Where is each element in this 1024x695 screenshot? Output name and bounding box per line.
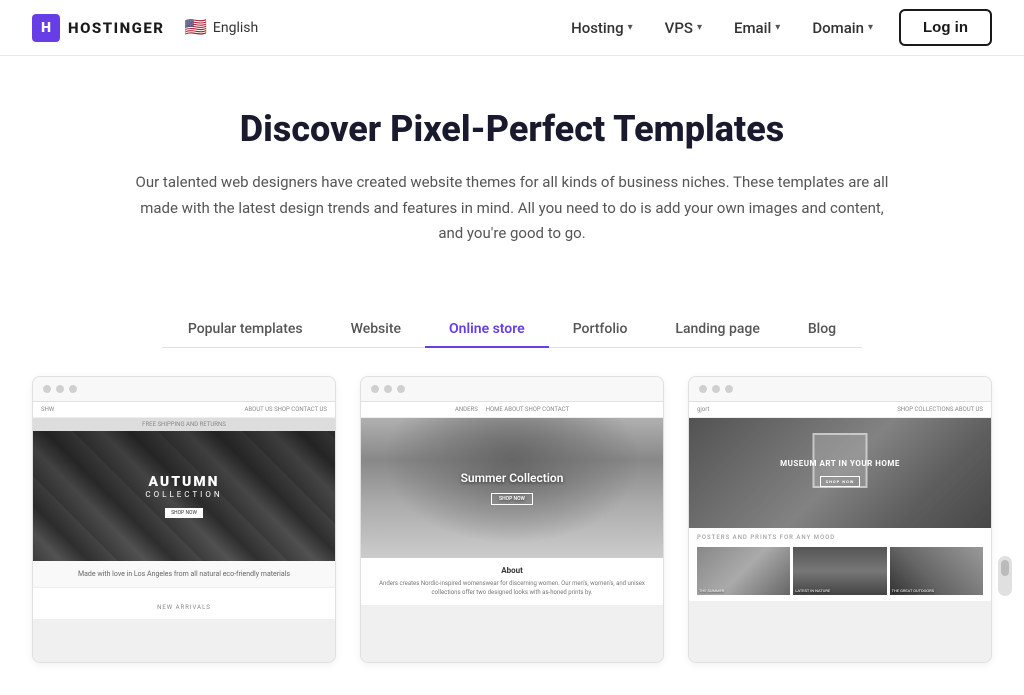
card1-hero-title: AUTUMN <box>145 474 222 490</box>
header-left: H HOSTINGER 🇺🇸 English <box>32 14 258 42</box>
card2-hero-title: Summer Collection <box>461 471 564 485</box>
lang-label: English <box>213 20 258 36</box>
browser-bar <box>361 377 663 402</box>
card1-footer: NEW ARRIVALS <box>33 587 335 619</box>
browser-dot-red <box>371 385 379 393</box>
header: H HOSTINGER 🇺🇸 English Hosting ▾ VPS ▾ E… <box>0 0 1024 56</box>
thumb3-label: THE GREAT OUTDOORS <box>892 588 981 593</box>
nav-domain-label: Domain <box>812 19 864 37</box>
card1-hero-btn: SHOP NOW <box>165 508 203 518</box>
card3-hero-title: MUSEUM ART IN YOUR HOME <box>780 459 900 468</box>
card1-nav-items: ABOUT US SHOP CONTACT US <box>245 406 328 413</box>
logo[interactable]: H HOSTINGER <box>32 14 164 42</box>
tab-popular-templates[interactable]: Popular templates <box>164 311 327 347</box>
thumb1-label: THE SUMMER <box>699 588 788 593</box>
nav-hosting-label: Hosting <box>571 19 624 37</box>
card1-banner: FREE SHIPPING AND RETURNS <box>33 418 335 431</box>
browser-bar <box>33 377 335 402</box>
nav-email-label: Email <box>734 19 771 37</box>
tab-online-store[interactable]: Online store <box>425 311 549 347</box>
card1-body: Made with love in Los Angeles from all n… <box>33 561 335 588</box>
card2-body: About Anders creates Nordic-inspired wom… <box>361 558 663 605</box>
logo-text: HOSTINGER <box>68 19 164 37</box>
nav-domain[interactable]: Domain ▾ <box>798 11 887 45</box>
nav-email[interactable]: Email ▾ <box>720 11 794 45</box>
browser-dot-yellow <box>56 385 64 393</box>
template-card-autumn[interactable]: SHW ABOUT US SHOP CONTACT US FREE SHIPPI… <box>32 376 336 663</box>
hero-section: Discover Pixel-Perfect Templates Our tal… <box>22 56 1002 279</box>
template-preview-museum: gjort SHOP COLLECTIONS ABOUT US MUSEUM A… <box>689 402 991 662</box>
tab-website[interactable]: Website <box>327 311 425 347</box>
card1-hero-image: AUTUMN COLLECTION SHOP NOW <box>33 431 335 561</box>
flag-icon: 🇺🇸 <box>184 17 206 38</box>
card3-body: POSTERS AND PRINTS FOR ANY MOOD THE SUMM… <box>689 528 991 601</box>
card3-brand: gjort <box>697 406 709 413</box>
card2-hero-text: Summer Collection SHOP NOW <box>461 471 564 505</box>
browser-dot-red <box>43 385 51 393</box>
card2-hero-btn: SHOP NOW <box>491 493 533 505</box>
logo-icon: H <box>32 14 60 42</box>
card2-nav-items: HOME ABOUT SHOP CONTACT <box>486 406 569 413</box>
main-nav: Hosting ▾ VPS ▾ Email ▾ Domain ▾ Log in <box>557 9 992 46</box>
card2-about-heading: About <box>369 566 655 575</box>
card2-hero-image: Summer Collection SHOP NOW <box>361 418 663 558</box>
browser-dot-yellow <box>384 385 392 393</box>
template-preview-autumn: SHW ABOUT US SHOP CONTACT US FREE SHIPPI… <box>33 402 335 662</box>
chevron-down-icon: ▾ <box>868 22 873 33</box>
tabs-container: Popular templates Website Online store P… <box>162 311 862 348</box>
card3-hero-text: MUSEUM ART IN YOUR HOME SHOP NOW <box>780 459 900 487</box>
login-button[interactable]: Log in <box>899 9 992 46</box>
template-card-museum[interactable]: gjort SHOP COLLECTIONS ABOUT US MUSEUM A… <box>688 376 992 663</box>
card3-thumbnails: THE SUMMER LATEST IN NATURE THE GREAT OU… <box>697 547 983 595</box>
card1-brand: SHW <box>41 406 54 413</box>
nav-hosting[interactable]: Hosting ▾ <box>557 11 647 45</box>
tab-landing-page[interactable]: Landing page <box>651 311 783 347</box>
browser-bar <box>689 377 991 402</box>
tab-blog[interactable]: Blog <box>784 311 860 347</box>
mini-nav-autumn: SHW ABOUT US SHOP CONTACT US <box>33 402 335 418</box>
browser-dot-green <box>397 385 405 393</box>
chevron-down-icon: ▾ <box>628 22 633 33</box>
card3-hero-image: MUSEUM ART IN YOUR HOME SHOP NOW <box>689 418 991 528</box>
card1-hero-subtitle: COLLECTION <box>145 490 222 499</box>
card3-nav-items: SHOP COLLECTIONS ABOUT US <box>897 406 983 413</box>
browser-dot-green <box>725 385 733 393</box>
lang-selector[interactable]: 🇺🇸 English <box>184 17 258 38</box>
hero-description: Our talented web designers have created … <box>132 170 892 247</box>
hero-title: Discover Pixel-Perfect Templates <box>42 108 982 150</box>
template-preview-summer: ANDERS HOME ABOUT SHOP CONTACT Summer Co… <box>361 402 663 662</box>
browser-dot-yellow <box>712 385 720 393</box>
nav-vps[interactable]: VPS ▾ <box>651 11 716 45</box>
card1-body-text: Made with love in Los Angeles from all n… <box>41 569 327 580</box>
scrollbar[interactable] <box>998 556 1012 596</box>
card3-mood-text: POSTERS AND PRINTS FOR ANY MOOD <box>697 534 983 541</box>
thumb-outdoors: THE GREAT OUTDOORS <box>890 547 983 595</box>
browser-dot-green <box>69 385 77 393</box>
thumb2-label: LATEST IN NATURE <box>795 588 884 593</box>
thumb-summer: THE SUMMER <box>697 547 790 595</box>
card1-hero-text: AUTUMN COLLECTION SHOP NOW <box>145 474 222 518</box>
mini-nav-museum: gjort SHOP COLLECTIONS ABOUT US <box>689 402 991 418</box>
mini-nav-summer: ANDERS HOME ABOUT SHOP CONTACT <box>361 402 663 418</box>
template-card-summer[interactable]: ANDERS HOME ABOUT SHOP CONTACT Summer Co… <box>360 376 664 663</box>
nav-vps-label: VPS <box>665 19 693 37</box>
chevron-down-icon: ▾ <box>775 22 780 33</box>
chevron-down-icon: ▾ <box>697 22 702 33</box>
scroll-thumb <box>1001 560 1009 576</box>
card2-brand: ANDERS <box>455 406 478 413</box>
card2-about-text: Anders creates Nordic-inspired womenswea… <box>369 579 655 597</box>
templates-grid: SHW ABOUT US SHOP CONTACT US FREE SHIPPI… <box>0 376 1024 695</box>
browser-dot-red <box>699 385 707 393</box>
tab-portfolio[interactable]: Portfolio <box>549 311 652 347</box>
thumb-nature: LATEST IN NATURE <box>793 547 886 595</box>
card3-hero-btn: SHOP NOW <box>820 476 861 487</box>
